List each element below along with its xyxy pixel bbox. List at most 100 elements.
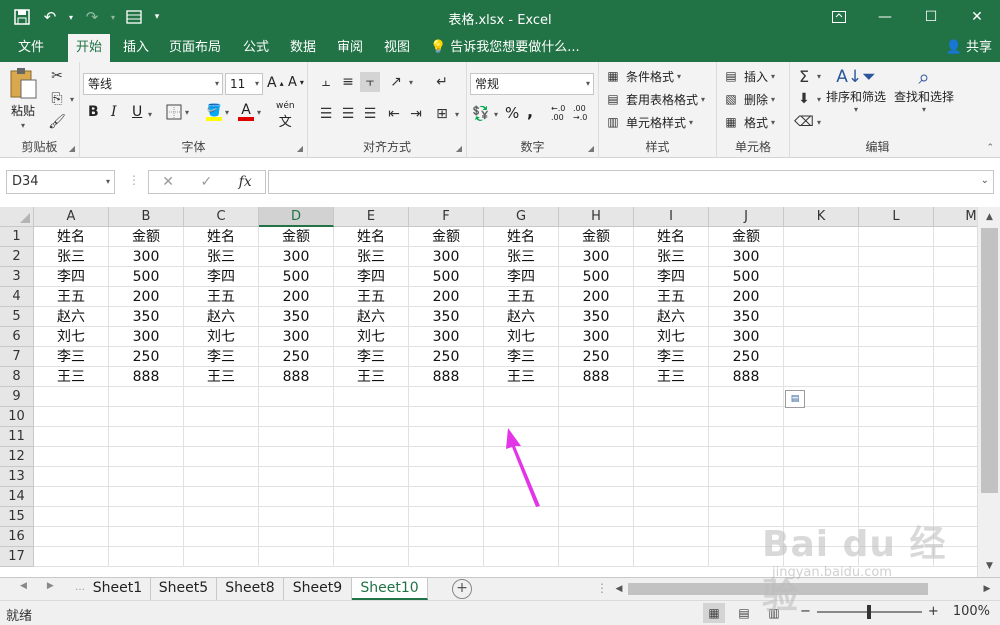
column-header-j[interactable]: J bbox=[709, 207, 784, 227]
cell-l4[interactable] bbox=[859, 287, 934, 307]
decrease-font-button[interactable]: A ▾ bbox=[288, 75, 304, 90]
cell-i8[interactable]: 王三 bbox=[634, 367, 709, 387]
cell-d13[interactable] bbox=[259, 467, 334, 487]
cell-e2[interactable]: 张三 bbox=[334, 247, 409, 267]
column-header-i[interactable]: I bbox=[634, 207, 709, 227]
cell-m10[interactable] bbox=[934, 407, 977, 427]
tab-page-layout[interactable]: 页面布局 bbox=[161, 34, 229, 62]
cell-b13[interactable] bbox=[109, 467, 184, 487]
cell-e7[interactable]: 李三 bbox=[334, 347, 409, 367]
sheet-tab[interactable]: Sheet5 bbox=[151, 578, 217, 600]
insert-cells-button[interactable]: ▤ 插入 ▾ bbox=[721, 66, 775, 86]
cell-h4[interactable]: 200 bbox=[559, 287, 634, 307]
cell-j10[interactable] bbox=[709, 407, 784, 427]
cell-j3[interactable]: 500 bbox=[709, 267, 784, 287]
decrease-indent-button[interactable]: ⇤ bbox=[384, 104, 404, 124]
row-header-8[interactable]: 8 bbox=[0, 367, 34, 387]
cell-i10[interactable] bbox=[634, 407, 709, 427]
cell-j1[interactable]: 金额 bbox=[709, 227, 784, 247]
column-header-c[interactable]: C bbox=[184, 207, 259, 227]
cell-i12[interactable] bbox=[634, 447, 709, 467]
cell-m12[interactable] bbox=[934, 447, 977, 467]
cell-e8[interactable]: 王三 bbox=[334, 367, 409, 387]
cell-b12[interactable] bbox=[109, 447, 184, 467]
cell-a15[interactable] bbox=[34, 507, 109, 527]
cell-j17[interactable] bbox=[709, 547, 784, 567]
sheet-tab[interactable]: Sheet9 bbox=[284, 578, 352, 600]
row-header-1[interactable]: 1 bbox=[0, 227, 34, 247]
cell-m17[interactable] bbox=[934, 547, 977, 567]
vertical-scrollbar[interactable]: ▲ ▼ bbox=[977, 207, 1000, 577]
cell-e5[interactable]: 赵六 bbox=[334, 307, 409, 327]
zoom-out-icon[interactable]: − bbox=[800, 604, 811, 619]
cell-m16[interactable] bbox=[934, 527, 977, 547]
row-header-3[interactable]: 3 bbox=[0, 267, 34, 287]
horizontal-scroll-thumb[interactable] bbox=[628, 583, 928, 595]
cell-m1[interactable] bbox=[934, 227, 977, 247]
align-bottom-button[interactable]: ⫟ bbox=[360, 72, 380, 92]
align-middle-button[interactable]: ≡ bbox=[338, 72, 358, 92]
row-header-13[interactable]: 13 bbox=[0, 467, 34, 487]
zoom-slider[interactable] bbox=[816, 604, 922, 619]
autosum-button[interactable]: Σ ▾ bbox=[794, 66, 821, 86]
column-header-m[interactable]: M bbox=[934, 207, 977, 227]
cell-g9[interactable] bbox=[484, 387, 559, 407]
cell-a7[interactable]: 李三 bbox=[34, 347, 109, 367]
cell-l16[interactable] bbox=[859, 527, 934, 547]
cell-f8[interactable]: 888 bbox=[409, 367, 484, 387]
cell-f2[interactable]: 300 bbox=[409, 247, 484, 267]
enter-icon[interactable]: ✓ bbox=[200, 174, 212, 190]
expand-formula-icon[interactable]: ⌄ bbox=[981, 175, 989, 186]
cell-i2[interactable]: 张三 bbox=[634, 247, 709, 267]
column-header-h[interactable]: H bbox=[559, 207, 634, 227]
cell-a13[interactable] bbox=[34, 467, 109, 487]
clipboard-launcher-icon[interactable]: ◢ bbox=[69, 144, 75, 153]
cell-e3[interactable]: 李四 bbox=[334, 267, 409, 287]
cell-l2[interactable] bbox=[859, 247, 934, 267]
cell-i17[interactable] bbox=[634, 547, 709, 567]
column-header-b[interactable]: B bbox=[109, 207, 184, 227]
cell-f1[interactable]: 金额 bbox=[409, 227, 484, 247]
minimize-icon[interactable]: — bbox=[862, 0, 908, 34]
font-name-combo[interactable]: 等线 ▾ bbox=[83, 73, 223, 95]
cell-a6[interactable]: 刘七 bbox=[34, 327, 109, 347]
cell-l7[interactable] bbox=[859, 347, 934, 367]
tab-review[interactable]: 审阅 bbox=[329, 34, 371, 62]
cell-i1[interactable]: 姓名 bbox=[634, 227, 709, 247]
cell-k10[interactable] bbox=[784, 407, 859, 427]
cell-l6[interactable] bbox=[859, 327, 934, 347]
cell-l11[interactable] bbox=[859, 427, 934, 447]
cell-l13[interactable] bbox=[859, 467, 934, 487]
cell-c4[interactable]: 王五 bbox=[184, 287, 259, 307]
cell-k12[interactable] bbox=[784, 447, 859, 467]
cell-b7[interactable]: 250 bbox=[109, 347, 184, 367]
cell-e12[interactable] bbox=[334, 447, 409, 467]
cell-d5[interactable]: 350 bbox=[259, 307, 334, 327]
worksheet-grid[interactable]: A B C D E F G H I J K L M 1 姓名 金额 姓名 金额 姓名 金额 姓名 金额 姓名 金额 2 张三 300… bbox=[0, 207, 977, 577]
cell-k8[interactable] bbox=[784, 367, 859, 387]
cell-c14[interactable] bbox=[184, 487, 259, 507]
cell-l5[interactable] bbox=[859, 307, 934, 327]
cell-a10[interactable] bbox=[34, 407, 109, 427]
comma-button[interactable]: , bbox=[527, 102, 533, 121]
cut-button[interactable]: ✂ bbox=[47, 66, 67, 86]
cell-i6[interactable]: 刘七 bbox=[634, 327, 709, 347]
font-size-combo[interactable]: 11 ▾ bbox=[225, 73, 263, 95]
column-header-d[interactable]: D bbox=[259, 207, 334, 227]
cell-a12[interactable] bbox=[34, 447, 109, 467]
increase-indent-button[interactable]: ⇥ bbox=[406, 104, 426, 124]
cell-m4[interactable] bbox=[934, 287, 977, 307]
cell-a9[interactable] bbox=[34, 387, 109, 407]
cell-c3[interactable]: 李四 bbox=[184, 267, 259, 287]
row-header-15[interactable]: 15 bbox=[0, 507, 34, 527]
column-header-k[interactable]: K bbox=[784, 207, 859, 227]
cell-d16[interactable] bbox=[259, 527, 334, 547]
cell-j12[interactable] bbox=[709, 447, 784, 467]
cell-l17[interactable] bbox=[859, 547, 934, 567]
cell-e17[interactable] bbox=[334, 547, 409, 567]
tell-me-box[interactable]: 💡 告诉我您想要做什么... bbox=[430, 34, 580, 62]
cell-d4[interactable]: 200 bbox=[259, 287, 334, 307]
cell-f15[interactable] bbox=[409, 507, 484, 527]
increase-decimal-button[interactable]: ←.0.00 bbox=[551, 104, 565, 122]
cell-m15[interactable] bbox=[934, 507, 977, 527]
